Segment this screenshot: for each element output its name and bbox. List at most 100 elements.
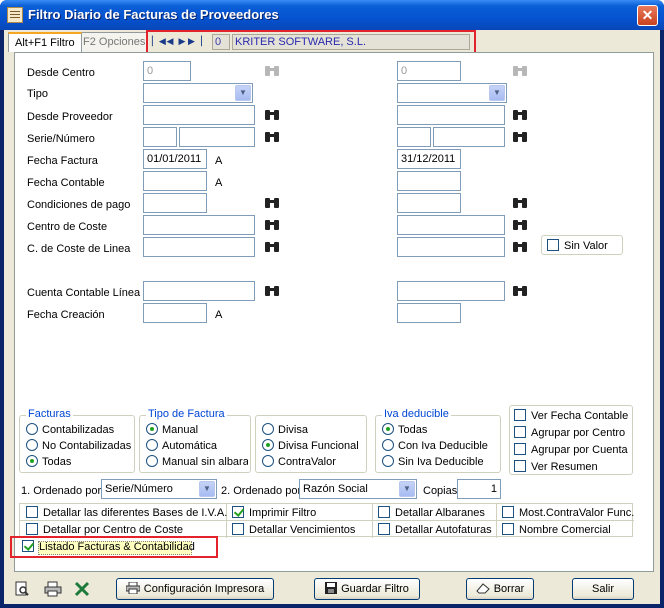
binoculars-icon[interactable] <box>509 237 531 257</box>
configuracion-impresora-button[interactable]: Configuración Impresora <box>116 578 274 600</box>
orden1-value: Serie/Número <box>105 483 173 495</box>
centro-coste-hasta-field[interactable] <box>397 215 505 235</box>
binoculars-icon[interactable] <box>261 105 283 125</box>
imprimir-filtro-checkbox[interactable]: Imprimir Filtro <box>232 506 316 519</box>
binoculars-icon[interactable] <box>509 281 531 301</box>
iva-sin-deducible-radio[interactable]: Sin Iva Deducible <box>382 455 484 468</box>
orden2-value: Razón Social <box>303 483 368 495</box>
serie-hasta-field[interactable] <box>397 127 431 147</box>
next-record-icon[interactable]: ▶ <box>176 35 188 47</box>
coste-linea-desde-field[interactable] <box>143 237 255 257</box>
facturas-0-dot <box>26 423 38 435</box>
tab-opciones[interactable]: F2 Opciones <box>76 32 153 52</box>
title-bar: Filtro Diario de Facturas de Proveedores… <box>0 0 664 30</box>
cuenta-linea-hasta-field[interactable] <box>397 281 505 301</box>
right-options-group: Ver Fecha Contable Agrupar por Centro Ag… <box>509 405 633 475</box>
detallar-vencimientos-checkbox[interactable]: Detallar Vencimientos <box>232 523 355 536</box>
iva-todas-radio[interactable]: Todas <box>382 423 427 436</box>
fecha-contable-desde-field[interactable] <box>143 171 207 191</box>
facturas-2-dot <box>26 455 38 467</box>
fecha-creacion-hasta-field[interactable] <box>397 303 461 323</box>
orden1-select[interactable]: Serie/Número ▼ <box>101 479 217 499</box>
tipo-manual-radio[interactable]: Manual <box>146 423 198 436</box>
detallar-albaranes-checkbox[interactable]: Detallar Albaranes <box>378 506 485 519</box>
fecha-creacion-desde-field[interactable] <box>143 303 207 323</box>
close-button[interactable]: ✕ <box>637 5 658 26</box>
borrar-button[interactable]: Borrar <box>466 578 534 600</box>
numero-hasta-field[interactable] <box>433 127 505 147</box>
facturas-no-contabilizadas-radio[interactable]: No Contabilizadas <box>26 439 131 452</box>
fecha-factura-hasta-field[interactable]: 31/12/2011 <box>397 149 461 169</box>
binoculars-icon[interactable] <box>261 61 283 81</box>
most-contravalor-checkbox[interactable]: Most.ContraValor Func. <box>502 506 634 519</box>
first-record-icon[interactable]: ▏◀ <box>152 35 166 47</box>
prev-record-icon[interactable]: ◀ <box>164 35 176 47</box>
centro-coste-label: Centro de Coste <box>27 221 108 233</box>
orden1-label: 1. Ordenado por <box>21 485 102 497</box>
facturas-todas-radio[interactable]: Todas <box>26 455 71 468</box>
chevron-down-icon[interactable]: ▼ <box>399 481 415 497</box>
binoculars-icon[interactable] <box>261 281 283 301</box>
orden2-select[interactable]: Razón Social ▼ <box>299 479 417 499</box>
tipo-desde-select[interactable]: ▼ <box>143 83 253 103</box>
coste-linea-hasta-field[interactable] <box>397 237 505 257</box>
tab-filtro[interactable]: Alt+F1 Filtro <box>8 32 82 52</box>
iva-option-label: Todas <box>398 424 428 436</box>
serie-desde-field[interactable] <box>143 127 177 147</box>
binoculars-icon[interactable] <box>261 127 283 147</box>
detallar-bases-iva-checkbox[interactable]: Detallar las diferentes Bases de I.V.A. <box>26 506 227 519</box>
chevron-down-icon[interactable]: ▼ <box>199 481 215 497</box>
copias-field[interactable]: 1 <box>457 479 501 499</box>
listado-facturas-checkbox[interactable]: Listado Facturas & Contabilidad <box>22 540 195 553</box>
detallar-autofacturas-checkbox[interactable]: Detallar Autofaturas <box>378 523 492 536</box>
agrupar-cuenta-checkbox[interactable]: Agrupar por Cuenta <box>514 443 628 456</box>
detallar-centro-coste-checkbox[interactable]: Detallar por Centro de Coste <box>26 523 183 536</box>
tipo-hasta-select[interactable]: ▼ <box>397 83 507 103</box>
print-preview-icon[interactable] <box>14 581 32 597</box>
fecha-factura-desde-field[interactable]: 01/01/2011 <box>143 149 207 169</box>
divisa-funcional-radio[interactable]: Divisa Funcional <box>262 439 359 452</box>
agrupar-centro-checkbox[interactable]: Agrupar por Centro <box>514 426 625 439</box>
window-title: Filtro Diario de Facturas de Proveedores <box>28 7 279 22</box>
binoculars-icon[interactable] <box>261 193 283 213</box>
ver-fecha-contable-checkbox[interactable]: Ver Fecha Contable <box>514 409 628 422</box>
desde-centro-field[interactable]: 0 <box>143 61 191 81</box>
desde-proveedor-field[interactable] <box>143 105 255 125</box>
facturas-contabilizadas-radio[interactable]: Contabilizadas <box>26 423 114 436</box>
binoculars-icon[interactable] <box>509 193 531 213</box>
binoculars-icon[interactable] <box>509 215 531 235</box>
iva-title: Iva deducible <box>382 408 451 420</box>
chevron-down-icon[interactable]: ▼ <box>235 85 251 101</box>
numero-desde-field[interactable] <box>179 127 255 147</box>
filter-panel: Desde Centro 0 0 Tipo ▼ ▼ Desde Proveedo… <box>14 52 654 572</box>
nombre-comercial-checkbox[interactable]: Nombre Comercial <box>502 523 611 536</box>
binoculars-icon[interactable] <box>509 61 531 81</box>
divisa-radio[interactable]: Divisa <box>262 423 308 436</box>
binoculars-icon[interactable] <box>509 127 531 147</box>
condiciones-desde-field[interactable] <box>143 193 207 213</box>
binoculars-icon[interactable] <box>509 105 531 125</box>
printer-icon <box>125 581 141 595</box>
binoculars-icon[interactable] <box>261 237 283 257</box>
salir-button[interactable]: Salir <box>572 578 634 600</box>
chevron-down-icon[interactable]: ▼ <box>489 85 505 101</box>
cuenta-linea-desde-field[interactable] <box>143 281 255 301</box>
centro-coste-desde-field[interactable] <box>143 215 255 235</box>
printer-icon[interactable] <box>44 581 62 597</box>
last-record-icon[interactable]: ▶▕ <box>188 35 202 47</box>
guardar-filtro-button[interactable]: Guardar Filtro <box>314 578 420 600</box>
ver-resumen-checkbox[interactable]: Ver Resumen <box>514 460 598 473</box>
document-icon <box>7 7 23 23</box>
hasta-centro-field[interactable]: 0 <box>397 61 461 81</box>
fecha-contable-hasta-field[interactable] <box>397 171 461 191</box>
sin-valor-checkbox[interactable]: Sin Valor <box>547 239 608 252</box>
binoculars-icon[interactable] <box>261 215 283 235</box>
tipo-manual-sin-albaran-radio[interactable]: Manual sin albara <box>146 455 248 468</box>
tipo-automatica-radio[interactable]: Automática <box>146 439 217 452</box>
excel-icon[interactable] <box>74 581 92 597</box>
iva-con-deducible-radio[interactable]: Con Iva Deducible <box>382 439 488 452</box>
condiciones-hasta-field[interactable] <box>397 193 461 213</box>
contravalor-radio[interactable]: ContraValor <box>262 455 336 468</box>
hasta-proveedor-field[interactable] <box>397 105 505 125</box>
coste-linea-label: C. de Coste de Linea <box>27 243 131 255</box>
